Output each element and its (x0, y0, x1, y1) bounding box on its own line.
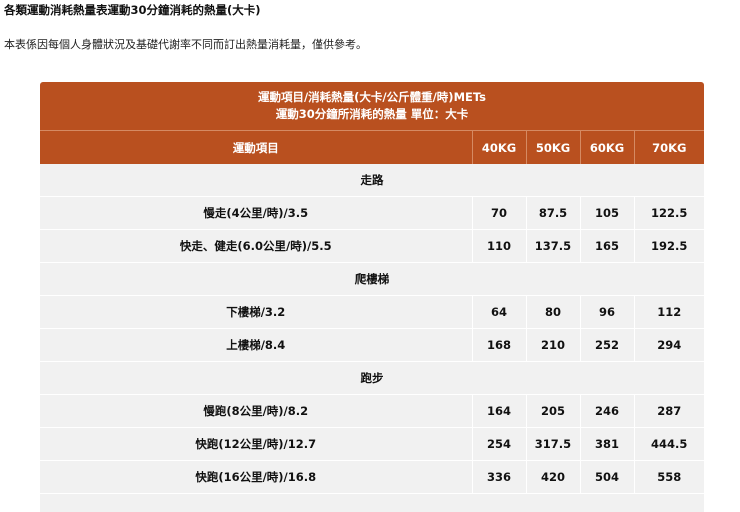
cell-50kg: 317.5 (526, 427, 581, 461)
cell-60kg: 96 (580, 295, 635, 329)
table-row: 上樓梯/8.4 168 210 252 294 (40, 328, 704, 362)
cell-70kg: 112 (634, 295, 704, 329)
cell-item: 快跑(16公里/時)/16.8 (40, 460, 473, 494)
cell-70kg: 444.5 (634, 427, 704, 461)
cell-item: 慢跑(8公里/時)/8.2 (40, 394, 473, 428)
header-row: 運動項目 40KG 50KG 60KG 70KG (40, 131, 704, 164)
cell-60kg: 165 (580, 229, 635, 263)
header-40kg: 40KG (472, 131, 527, 164)
cell-50kg: 80 (526, 295, 581, 329)
cell-40kg: 254 (472, 427, 527, 461)
calorie-data-table: 運動項目 40KG 50KG 60KG 70KG 走路 慢走(4公里/時)/3.… (40, 131, 704, 494)
cell-60kg: 246 (580, 394, 635, 428)
cell-item: 慢走(4公里/時)/3.5 (40, 196, 473, 230)
cell-item: 快走、健走(6.0公里/時)/5.5 (40, 229, 473, 263)
table-caption: 運動項目/消耗熱量(大卡/公斤體重/時)METs 運動30分鐘所消耗的熱量 單位… (40, 82, 704, 131)
page-title: 各類運動消耗熱量表運動30分鐘消耗的熱量(大卡) (4, 3, 261, 17)
cell-40kg: 70 (472, 196, 527, 230)
cell-70kg: 294 (634, 328, 704, 362)
caption-line-2: 運動30分鐘所消耗的熱量 單位：大卡 (275, 107, 469, 121)
cell-40kg: 168 (472, 328, 527, 362)
cell-40kg: 336 (472, 460, 527, 494)
table-row: 慢走(4公里/時)/3.5 70 87.5 105 122.5 (40, 196, 704, 230)
cell-70kg: 558 (634, 460, 704, 494)
cell-50kg: 210 (526, 328, 581, 362)
cell-50kg: 420 (526, 460, 581, 494)
cell-item: 下樓梯/3.2 (40, 295, 473, 329)
cell-40kg: 110 (472, 229, 527, 263)
table-row: 下樓梯/3.2 64 80 96 112 (40, 295, 704, 329)
cell-50kg: 205 (526, 394, 581, 428)
cell-item: 上樓梯/8.4 (40, 328, 473, 362)
cell-70kg: 287 (634, 394, 704, 428)
group-label: 跑步 (40, 361, 704, 395)
cell-60kg: 252 (580, 328, 635, 362)
header-item: 運動項目 (40, 131, 473, 164)
table-row: 慢跑(8公里/時)/8.2 164 205 246 287 (40, 394, 704, 428)
table-row: 快跑(12公里/時)/12.7 254 317.5 381 444.5 (40, 427, 704, 461)
cell-70kg: 192.5 (634, 229, 704, 263)
cell-40kg: 164 (472, 394, 527, 428)
cell-50kg: 87.5 (526, 196, 581, 230)
cell-40kg: 64 (472, 295, 527, 329)
table-row: 快跑(16公里/時)/16.8 336 420 504 558 (40, 460, 704, 494)
group-row-walking: 走路 (40, 164, 704, 197)
cell-70kg: 122.5 (634, 196, 704, 230)
cell-60kg: 381 (580, 427, 635, 461)
cell-60kg: 105 (580, 196, 635, 230)
group-label: 爬樓梯 (40, 262, 704, 296)
caption-line-1: 運動項目/消耗熱量(大卡/公斤體重/時)METs (257, 90, 487, 104)
cell-50kg: 137.5 (526, 229, 581, 263)
table-row: 快走、健走(6.0公里/時)/5.5 110 137.5 165 192.5 (40, 229, 704, 263)
page-note: 本表係因每個人身體狀況及基礎代謝率不同而訂出熱量消耗量，僅供參考。 (4, 38, 367, 51)
cell-60kg: 504 (580, 460, 635, 494)
header-60kg: 60KG (580, 131, 635, 164)
group-label: 走路 (40, 164, 704, 197)
group-row-running: 跑步 (40, 361, 704, 395)
cell-item: 快跑(12公里/時)/12.7 (40, 427, 473, 461)
header-70kg: 70KG (634, 131, 704, 164)
group-row-stairs: 爬樓梯 (40, 262, 704, 296)
calorie-table: 運動項目/消耗熱量(大卡/公斤體重/時)METs 運動30分鐘所消耗的熱量 單位… (40, 82, 704, 512)
header-50kg: 50KG (526, 131, 581, 164)
